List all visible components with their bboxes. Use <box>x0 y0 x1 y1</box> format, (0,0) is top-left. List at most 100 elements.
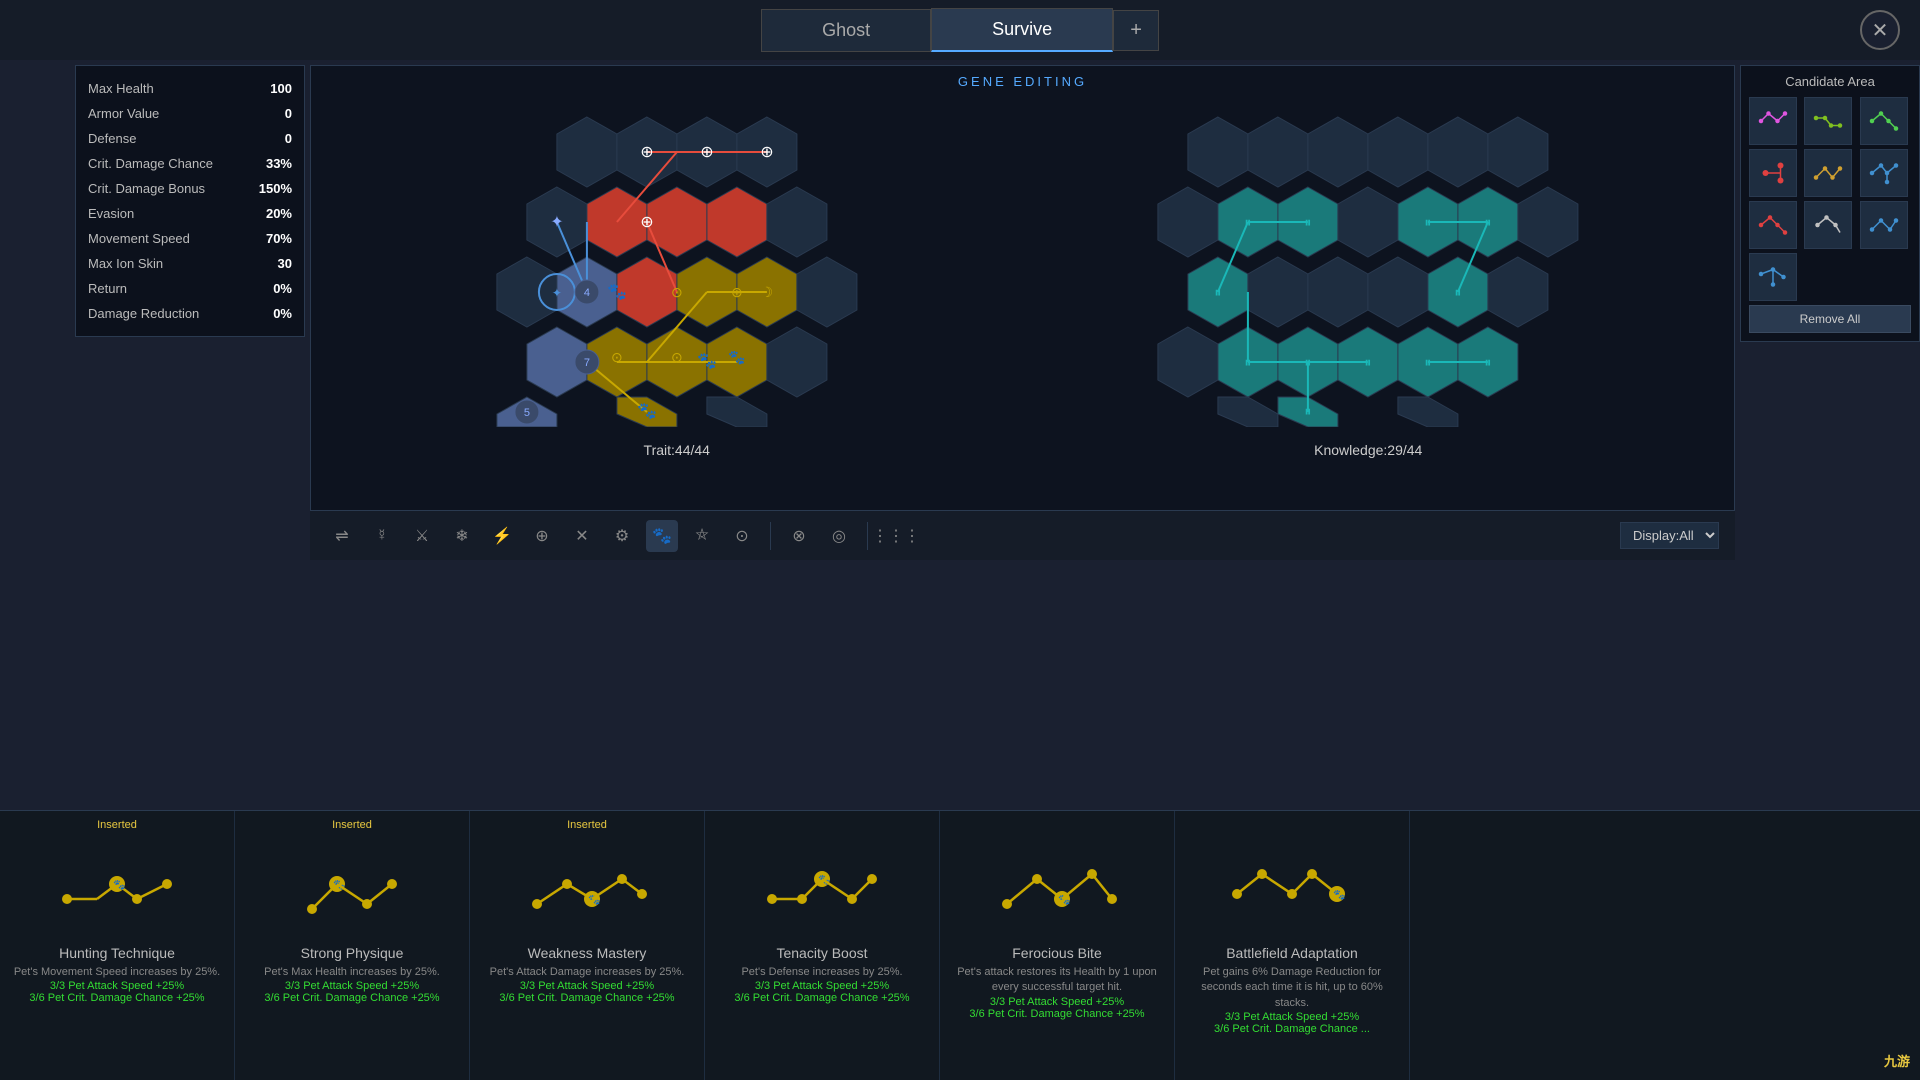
card-tenacity-boost[interactable]: 🐾 Tenacity Boost Pet's Defense increases… <box>705 811 940 1080</box>
svg-text:⏸: ⏸ <box>1425 214 1432 230</box>
card-badge-1: Inserted <box>332 819 372 831</box>
card-desc-5: Pet gains 6% Damage Reduction for second… <box>1187 965 1397 1011</box>
card-desc-2: Pet's Attack Damage increases by 25%. <box>490 965 685 980</box>
candidate-item-7[interactable] <box>1749 201 1797 249</box>
card-icon-battlefield: 🐾 <box>1232 849 1352 929</box>
svg-text:🐾: 🐾 <box>607 284 627 301</box>
filter-icon-12[interactable]: ◎ <box>823 520 855 552</box>
cards-area: Inserted 🐾 Hunting Technique Pet's Movem… <box>0 810 1920 1080</box>
close-button[interactable]: ✕ <box>1860 10 1900 50</box>
card-strong-physique[interactable]: Inserted 🐾 Strong Physique Pet's Max Hea… <box>235 811 470 1080</box>
card-stat-4-0: 3/3 Pet Attack Speed +25% <box>990 996 1124 1008</box>
filter-icon-7[interactable]: ✕ <box>566 520 598 552</box>
candidate-icon-7 <box>1755 207 1791 243</box>
card-stat-0-1: 3/6 Pet Crit. Damage Chance +25% <box>29 992 204 1004</box>
candidate-item-10[interactable] <box>1749 253 1797 301</box>
candidate-item-6[interactable] <box>1860 149 1908 197</box>
filter-icon-5[interactable]: ⚡ <box>486 520 518 552</box>
svg-text:⊙: ⊙ <box>671 284 683 300</box>
card-icon-area-5: 🐾 <box>1187 839 1397 939</box>
candidate-item-4[interactable] <box>1749 149 1797 197</box>
svg-text:⊕: ⊕ <box>700 144 713 161</box>
filter-icon-13[interactable]: ⋮⋮⋮ <box>880 520 912 552</box>
filter-divider-2 <box>867 522 868 550</box>
card-stat-0-0: 3/3 Pet Attack Speed +25% <box>50 980 184 992</box>
stat-armor: Armor Value 0 <box>76 101 304 126</box>
card-stat-5-0: 3/3 Pet Attack Speed +25% <box>1225 1011 1359 1023</box>
svg-text:⏸: ⏸ <box>1245 354 1252 370</box>
gene-editing-area: GENE EDITING <box>310 65 1735 560</box>
candidate-item-8[interactable] <box>1804 201 1852 249</box>
display-select[interactable]: Display:All <box>1620 522 1719 549</box>
candidate-item-5[interactable] <box>1804 149 1852 197</box>
card-weakness-mastery[interactable]: Inserted 🐾 Weakness Mastery Pet's Attack… <box>470 811 705 1080</box>
card-stat-2-1: 3/6 Pet Crit. Damage Chance +25% <box>499 992 674 1004</box>
knowledge-section: ⏸ ⏸ ⏸ ⏸ ⏸ ⏸ ⏸ ⏸ ⏸ ⏸ ⏸ ⏸ Knowledge:29/44 <box>1036 107 1700 500</box>
stat-movement: Movement Speed 70% <box>76 226 304 251</box>
hex-grid-wrapper: ⊕ ⊕ ⊕ ⊕ ✦ ✦ 🐾 ⊙ ⊕ ☽ ⊙ ⊙ 🐾 4 7 <box>311 97 1734 510</box>
tab-add-button[interactable]: + <box>1113 10 1159 51</box>
tab-ghost[interactable]: Ghost <box>761 9 931 52</box>
filter-icon-6[interactable]: ⊕ <box>526 520 558 552</box>
card-stat-1-0: 3/3 Pet Attack Speed +25% <box>285 980 419 992</box>
svg-text:⊕: ⊕ <box>760 144 773 161</box>
svg-text:⊕: ⊕ <box>731 284 743 300</box>
svg-text:⏸: ⏸ <box>1305 354 1312 370</box>
card-title-3: Tenacity Boost <box>776 945 867 961</box>
card-icon-area-1: 🐾 <box>247 839 457 939</box>
svg-text:⏸: ⏸ <box>1455 284 1462 300</box>
card-battlefield-adaptation[interactable]: 🐾 Battlefield Adaptation Pet gains 6% Da… <box>1175 811 1410 1080</box>
stat-max-ion: Max Ion Skin 30 <box>76 251 304 276</box>
filter-icon-10[interactable]: ⊙ <box>726 520 758 552</box>
filter-icon-1[interactable]: ⇌ <box>326 520 358 552</box>
card-desc-4: Pet's attack restores its Health by 1 up… <box>952 965 1162 996</box>
card-title-0: Hunting Technique <box>59 945 175 961</box>
card-icon-ferocious: 🐾 <box>997 849 1117 929</box>
filter-icon-4[interactable]: ❄ <box>446 520 478 552</box>
card-stat-1-1: 3/6 Pet Crit. Damage Chance +25% <box>264 992 439 1004</box>
knowledge-hex-svg: ⏸ ⏸ ⏸ ⏸ ⏸ ⏸ ⏸ ⏸ ⏸ ⏸ ⏸ ⏸ <box>1036 107 1700 427</box>
candidate-icon-8 <box>1810 207 1846 243</box>
svg-text:🐾: 🐾 <box>728 349 745 366</box>
card-desc-0: Pet's Movement Speed increases by 25%. <box>14 965 220 980</box>
svg-text:5: 5 <box>524 407 530 419</box>
svg-text:⏸: ⏸ <box>1215 284 1222 300</box>
stat-crit-bonus: Crit. Damage Bonus 150% <box>76 176 304 201</box>
card-stat-3-0: 3/3 Pet Attack Speed +25% <box>755 980 889 992</box>
card-icon-tenacity: 🐾 <box>762 849 882 929</box>
candidate-item-9[interactable] <box>1860 201 1908 249</box>
stats-panel: Max Health 100 Armor Value 0 Defense 0 C… <box>75 65 305 337</box>
candidate-item-2[interactable] <box>1804 97 1852 145</box>
card-icon-physique: 🐾 <box>292 849 412 929</box>
card-icon-area-2: 🐾 <box>482 839 692 939</box>
svg-text:☽: ☽ <box>760 284 773 300</box>
filter-icon-9[interactable]: ⛤ <box>686 520 718 552</box>
filter-icon-paw[interactable]: 🐾 <box>646 520 678 552</box>
stat-max-health: Max Health 100 <box>76 76 304 101</box>
top-bar: Ghost Survive + ✕ <box>0 0 1920 60</box>
filter-icon-2[interactable]: ☿ <box>366 520 398 552</box>
card-ferocious-bite[interactable]: 🐾 Ferocious Bite Pet's attack restores i… <box>940 811 1175 1080</box>
card-title-4: Ferocious Bite <box>1012 945 1101 961</box>
filter-icon-11[interactable]: ⊗ <box>783 520 815 552</box>
card-hunting-technique[interactable]: Inserted 🐾 Hunting Technique Pet's Movem… <box>0 811 235 1080</box>
trait-label: Trait:44/44 <box>345 442 1009 458</box>
filter-icon-8[interactable]: ⚙ <box>606 520 638 552</box>
candidate-item-1[interactable] <box>1749 97 1797 145</box>
svg-text:⏸: ⏸ <box>1485 354 1492 370</box>
trait-hex-svg: ⊕ ⊕ ⊕ ⊕ ✦ ✦ 🐾 ⊙ ⊕ ☽ ⊙ ⊙ 🐾 4 7 <box>345 107 1009 427</box>
stat-return: Return 0% <box>76 276 304 301</box>
svg-text:🐾: 🐾 <box>1333 889 1345 901</box>
knowledge-label: Knowledge:29/44 <box>1036 442 1700 458</box>
filter-icon-3[interactable]: ⚔ <box>406 520 438 552</box>
stat-defense: Defense 0 <box>76 126 304 151</box>
candidate-item-3[interactable] <box>1860 97 1908 145</box>
remove-all-button[interactable]: Remove All <box>1749 305 1911 333</box>
candidate-icon-2 <box>1810 103 1846 139</box>
card-stat-5-1: 3/6 Pet Crit. Damage Chance ... <box>1214 1023 1370 1035</box>
svg-text:✦: ✦ <box>552 286 562 300</box>
candidate-area: Candidate Area <box>1740 65 1920 342</box>
card-icon-hunting: 🐾 <box>57 849 177 929</box>
tab-survive[interactable]: Survive <box>931 8 1113 52</box>
svg-text:⏸: ⏸ <box>1365 354 1372 370</box>
